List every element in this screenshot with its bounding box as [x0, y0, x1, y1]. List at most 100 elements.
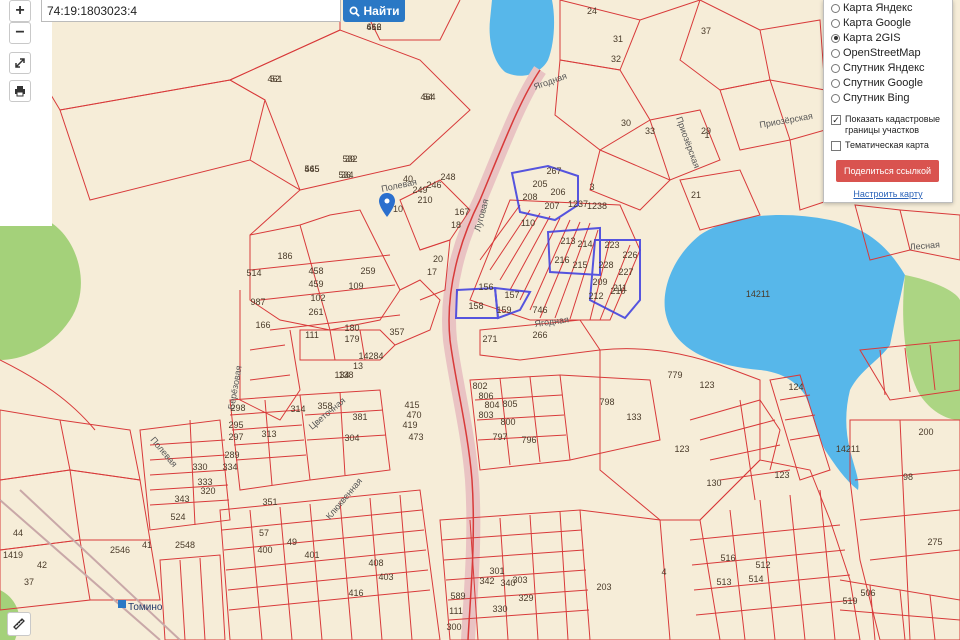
layer-option[interactable]: Карта Google	[831, 16, 911, 30]
parcel-number[interactable]: 802	[472, 381, 487, 391]
layer-radio[interactable]	[831, 63, 840, 73]
parcel-number[interactable]: 14284	[358, 351, 383, 361]
layer-option[interactable]: Карта Яндекс	[831, 1, 912, 15]
parcel-number[interactable]: 205	[532, 179, 547, 189]
parcel-number[interactable]: 186	[277, 251, 292, 261]
parcel-number[interactable]: 102	[310, 293, 325, 303]
parcel-number[interactable]: 37	[701, 26, 711, 36]
thematic-map-option[interactable]: Тематическая карта	[831, 140, 929, 151]
parcel-number[interactable]: 248	[440, 172, 455, 182]
parcel-number[interactable]: 210	[417, 195, 432, 205]
parcel-number[interactable]: 300	[446, 622, 461, 632]
parcel-number[interactable]: 804	[484, 400, 499, 410]
parcel-number[interactable]: 211	[613, 283, 627, 293]
parcel-number[interactable]: 320	[200, 486, 215, 496]
parcel-number[interactable]: 516	[720, 553, 735, 563]
parcel-number[interactable]: 261	[308, 307, 323, 317]
parcel-number[interactable]: 343	[174, 494, 189, 504]
parcel-number[interactable]: 98	[903, 472, 913, 482]
parcel-number[interactable]: 226	[622, 250, 637, 260]
parcel-number[interactable]: 524	[170, 512, 185, 522]
layer-option[interactable]: Спутник Google	[831, 76, 923, 90]
parcel-number[interactable]: 40	[403, 174, 413, 184]
parcel-number[interactable]: 133	[626, 412, 641, 422]
parcel-number[interactable]: 212	[588, 291, 603, 301]
parcel-number[interactable]: 159	[496, 305, 511, 315]
parcel-number[interactable]: 1237	[568, 199, 588, 209]
parcel-number[interactable]: 249	[412, 185, 427, 195]
parcel-number[interactable]: 209	[592, 277, 607, 287]
parcel-number[interactable]: 381	[352, 412, 367, 422]
cadastral-map[interactable]: Полевая Луговая Ягодная Ягодная Приозёрс…	[0, 0, 960, 640]
parcel-number[interactable]: 2548	[175, 540, 195, 550]
parcel-number[interactable]: 213	[560, 236, 575, 246]
find-button[interactable]: Найти	[343, 0, 405, 22]
parcel-number[interactable]: 33	[645, 126, 655, 136]
fullscreen-button[interactable]	[9, 52, 31, 74]
parcel-number[interactable]: 506	[860, 588, 875, 598]
parcel-number[interactable]: 298	[230, 403, 245, 413]
parcel-number[interactable]: 797	[492, 432, 507, 442]
parcel-number[interactable]: 805	[502, 399, 517, 409]
parcel-number[interactable]: 330	[492, 604, 507, 614]
parcel-number[interactable]: 24	[587, 6, 597, 16]
parcel-number[interactable]: 32	[611, 54, 621, 64]
parcel-number[interactable]: 313	[261, 429, 276, 439]
parcel-number[interactable]: 461	[267, 74, 282, 84]
parcel-number[interactable]: 342	[479, 576, 494, 586]
parcel-number[interactable]: 227	[618, 267, 633, 277]
parcel-number[interactable]: 216	[554, 255, 569, 265]
show-cadastral-option[interactable]: ✓ Показать кадастровые границы участков	[831, 114, 945, 136]
parcel-number[interactable]: 158	[468, 301, 483, 311]
parcel-number[interactable]: 416	[348, 588, 363, 598]
parcel-number[interactable]: 180	[344, 323, 359, 333]
parcel-number[interactable]: 589	[450, 591, 465, 601]
parcel-number[interactable]: 42	[37, 560, 47, 570]
parcel-number[interactable]: 208	[522, 192, 537, 202]
parcel-number[interactable]: 111	[305, 330, 319, 340]
parcel-number[interactable]: 57	[259, 528, 269, 538]
parcel-number[interactable]: 14211	[836, 444, 860, 454]
parcel-number[interactable]: 110	[521, 218, 535, 228]
parcel-number[interactable]: 167	[454, 207, 469, 217]
parcel-number[interactable]: 271	[482, 334, 497, 344]
parcel-number[interactable]: 2546	[110, 545, 130, 555]
parcel-number[interactable]: 532	[342, 154, 357, 164]
parcel-number[interactable]: 351	[262, 497, 277, 507]
layer-radio[interactable]	[831, 33, 840, 43]
parcel-number[interactable]: 514	[246, 268, 261, 278]
ruler-button[interactable]	[7, 612, 31, 636]
layer-radio[interactable]	[831, 78, 840, 88]
parcel-number[interactable]: 408	[368, 558, 383, 568]
parcel-number[interactable]: 20	[433, 254, 443, 264]
parcel-number[interactable]: 459	[308, 279, 323, 289]
layer-option[interactable]: Карта 2GIS	[831, 31, 901, 45]
parcel-number[interactable]: 123	[774, 470, 789, 480]
parcel-number[interactable]: 30	[621, 118, 631, 128]
parcel-number[interactable]: 796	[521, 435, 536, 445]
parcel-number[interactable]: 329	[518, 593, 533, 603]
parcel-number[interactable]: 215	[572, 260, 587, 270]
layer-option[interactable]: Спутник Bing	[831, 91, 910, 105]
parcel-number[interactable]: 295	[228, 420, 243, 430]
parcel-number[interactable]: 228	[598, 260, 613, 270]
parcel-number[interactable]: 1419	[3, 550, 23, 560]
parcel-number[interactable]: 470	[406, 410, 421, 420]
parcel-number[interactable]: 746	[532, 305, 547, 315]
parcel-number[interactable]: 314	[290, 404, 305, 414]
parcel-number[interactable]: 156	[478, 282, 493, 292]
parcel-number[interactable]: 514	[748, 574, 763, 584]
parcel-number[interactable]: 203	[596, 582, 611, 592]
search-input[interactable]	[47, 3, 335, 19]
parcel-number[interactable]: 458	[308, 266, 323, 276]
parcel-number[interactable]: 14211	[746, 289, 770, 299]
parcel-number[interactable]: 304	[344, 433, 359, 443]
parcel-number[interactable]: 800	[500, 417, 515, 427]
parcel-number[interactable]: 41	[142, 540, 152, 550]
layer-option[interactable]: OpenStreetMap	[831, 46, 921, 60]
parcel-number[interactable]: 301	[489, 566, 504, 576]
parcel-number[interactable]: 473	[408, 432, 423, 442]
parcel-number[interactable]: 134	[334, 370, 349, 380]
parcel-number[interactable]: 358	[317, 401, 332, 411]
parcel-number[interactable]: 513	[716, 577, 731, 587]
